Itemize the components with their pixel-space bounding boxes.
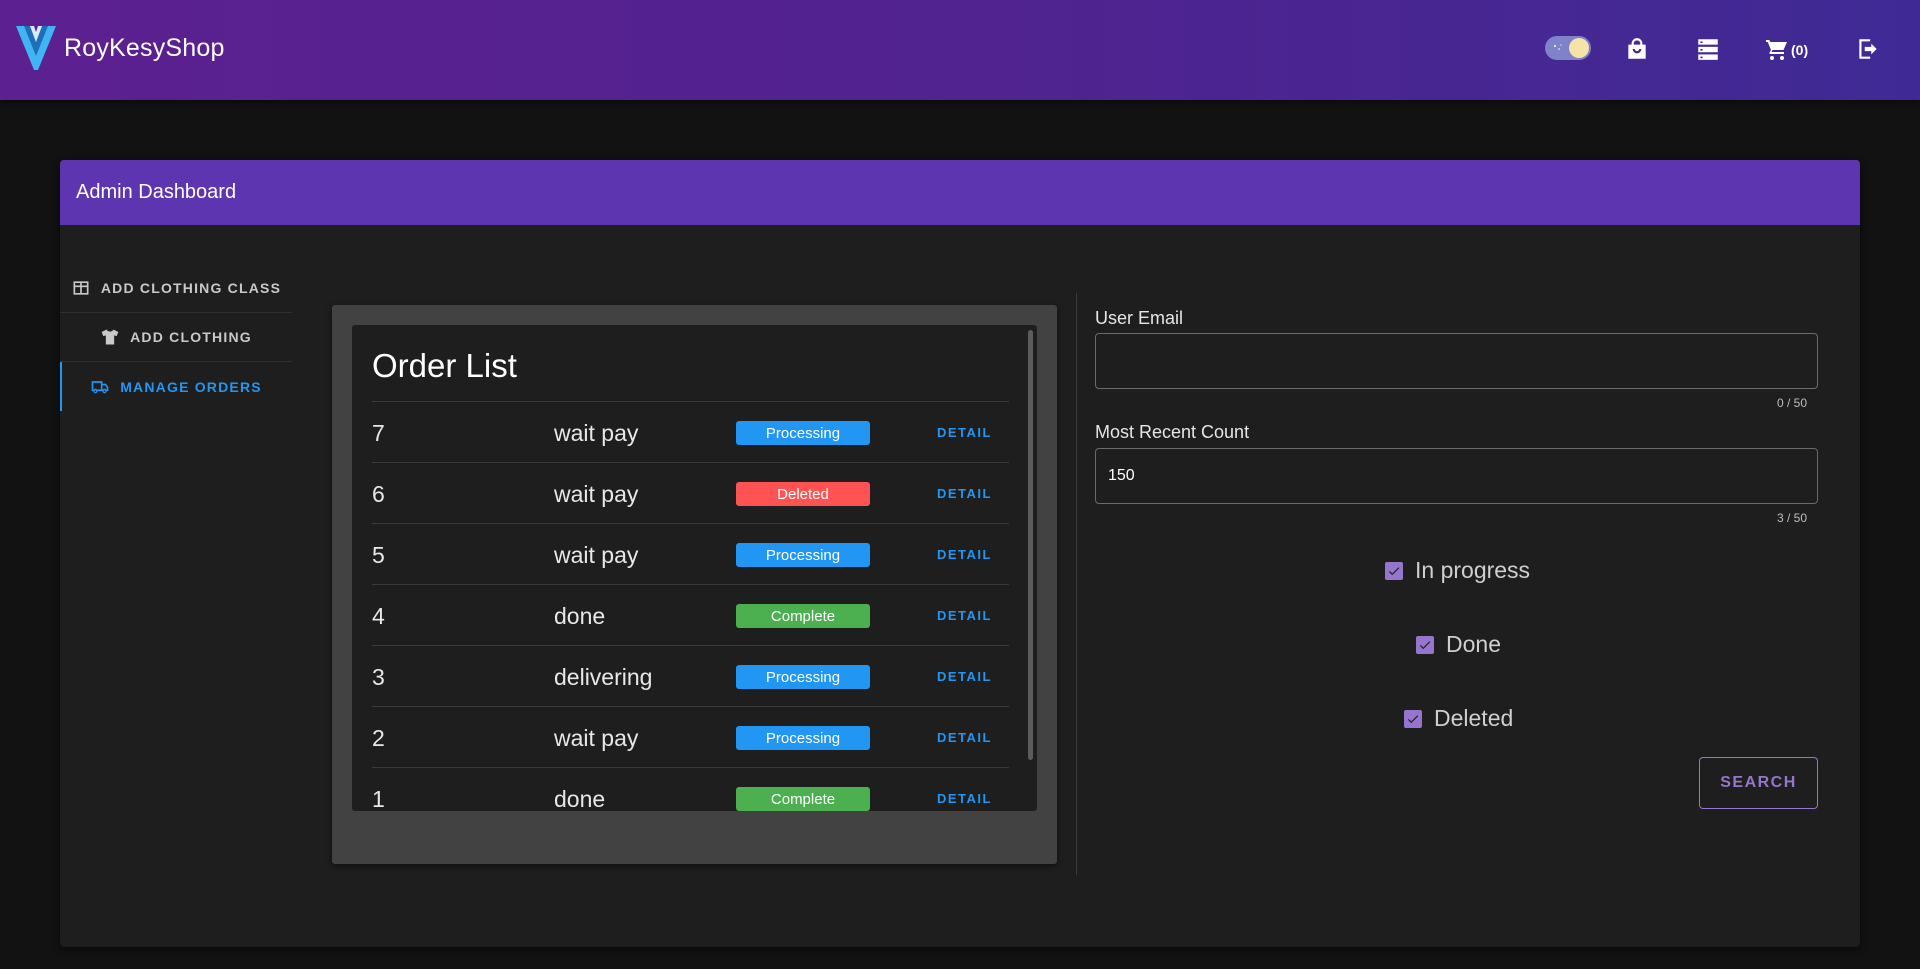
detail-button[interactable]: DETAIL <box>937 669 992 684</box>
logo-v-icon <box>16 26 56 70</box>
detail-button[interactable]: DETAIL <box>937 608 992 623</box>
tshirt-icon <box>101 329 119 345</box>
checkbox-label: Deleted <box>1434 705 1514 731</box>
checkbox-label: In progress <box>1415 557 1531 583</box>
checkbox-label: Done <box>1446 631 1501 657</box>
brand-name: RoyKesyShop <box>64 33 225 62</box>
vertical-divider <box>1076 293 1077 875</box>
page-title: Admin Dashboard <box>76 181 237 203</box>
detail-button[interactable]: DETAIL <box>937 425 992 440</box>
table-row: 1 done Complete DETAIL <box>372 768 1009 811</box>
count-label: Most Recent Count <box>1095 422 1250 442</box>
order-rows: 7 wait pay Processing DETAIL 6 wait pay … <box>372 402 1009 811</box>
status-chip: Processing <box>736 726 870 750</box>
search-button[interactable]: SEARCH <box>1699 757 1818 809</box>
table-row: 2 wait pay Processing DETAIL <box>372 707 1009 768</box>
checkbox-checked[interactable] <box>1385 561 1403 580</box>
check-icon <box>1407 714 1419 723</box>
order-list-panel: Order List 7 wait pay Processing DETAIL … <box>332 305 1057 864</box>
checkbox-in-progress[interactable]: In progress <box>1385 557 1530 584</box>
order-id: 2 <box>372 725 385 751</box>
count-field[interactable]: 150 <box>1095 448 1818 504</box>
storage-button[interactable] <box>1695 36 1721 62</box>
order-id: 4 <box>372 603 385 629</box>
order-list-scroll[interactable]: Order List 7 wait pay Processing DETAIL … <box>352 325 1037 811</box>
card-header: Admin Dashboard <box>60 160 1860 225</box>
status-chip: Complete <box>736 787 870 811</box>
detail-button[interactable]: DETAIL <box>937 791 992 806</box>
order-status: delivering <box>554 664 653 690</box>
status-chip: Complete <box>736 604 870 628</box>
tab-label: ADD CLOTHING <box>130 329 252 345</box>
order-list-title: Order List <box>372 347 517 384</box>
order-status: wait pay <box>554 481 639 507</box>
order-id: 1 <box>372 786 385 811</box>
email-label: User Email <box>1095 308 1184 328</box>
order-status: wait pay <box>554 725 639 751</box>
table-row: 7 wait pay Processing DETAIL <box>372 402 1009 463</box>
order-status: done <box>554 603 606 629</box>
order-id: 7 <box>372 420 385 446</box>
count-counter: 3 / 50 <box>1776 511 1807 525</box>
logout-button[interactable] <box>1855 36 1881 62</box>
detail-button[interactable]: DETAIL <box>937 730 992 745</box>
tab-label: ADD CLOTHING CLASS <box>100 280 282 296</box>
status-chip: Processing <box>736 421 870 445</box>
check-icon <box>1419 640 1431 649</box>
tab-label: MANAGE ORDERS <box>120 378 262 395</box>
table-row: 5 wait pay Processing DETAIL <box>372 524 1009 585</box>
email-counter: 0 / 50 <box>1776 396 1807 410</box>
checkbox-checked[interactable] <box>1416 635 1434 654</box>
status-chip: Processing <box>736 543 870 567</box>
order-id: 6 <box>372 481 385 507</box>
brand[interactable]: RoyKesyShop <box>16 24 225 72</box>
table-row: 4 done Complete DETAIL <box>372 585 1009 646</box>
cart-icon <box>1766 40 1787 60</box>
shopping-bag-icon <box>1628 38 1646 59</box>
table-row: 3 delivering Processing DETAIL <box>372 646 1009 707</box>
table-row: 6 wait pay Deleted DETAIL <box>372 463 1009 524</box>
app-bar: RoyKesyShop (0) <box>0 0 1920 100</box>
checkbox-checked[interactable] <box>1404 709 1422 728</box>
email-field[interactable] <box>1095 333 1818 389</box>
checkbox-deleted[interactable]: Deleted <box>1404 705 1513 732</box>
admin-dashboard-card: Admin Dashboard ADD CLOTHING CLASS ADD C… <box>60 160 1860 947</box>
order-status: done <box>554 786 606 811</box>
status-chip: Processing <box>736 665 870 689</box>
shopping-bag-button[interactable] <box>1624 36 1650 62</box>
tab-add-clothing-class[interactable]: ADD CLOTHING CLASS <box>60 264 292 313</box>
logout-icon <box>1859 39 1877 59</box>
moon-icon <box>1569 38 1589 58</box>
status-chip: Deleted <box>736 482 870 506</box>
checkbox-done[interactable]: Done <box>1416 631 1501 658</box>
truck-icon <box>91 380 109 393</box>
scrollbar[interactable] <box>1028 330 1033 760</box>
storage-icon <box>1698 39 1718 60</box>
detail-button[interactable]: DETAIL <box>937 547 992 562</box>
sidebar-tabs: ADD CLOTHING CLASS ADD CLOTHING MANAGE O… <box>60 264 292 411</box>
tab-manage-orders[interactable]: MANAGE ORDERS <box>60 362 292 411</box>
order-id: 3 <box>372 664 385 690</box>
cart-button[interactable]: (0) <box>1765 38 1808 62</box>
stars-icon <box>1554 44 1562 50</box>
order-status: wait pay <box>554 420 639 446</box>
order-status: wait pay <box>554 542 639 568</box>
tab-add-clothing[interactable]: ADD CLOTHING <box>60 313 292 362</box>
table-icon <box>73 281 89 295</box>
order-id: 5 <box>372 542 385 568</box>
cart-count: (0) <box>1791 42 1809 58</box>
detail-button[interactable]: DETAIL <box>937 486 992 501</box>
check-icon <box>1388 566 1400 575</box>
theme-toggle[interactable] <box>1545 36 1591 60</box>
